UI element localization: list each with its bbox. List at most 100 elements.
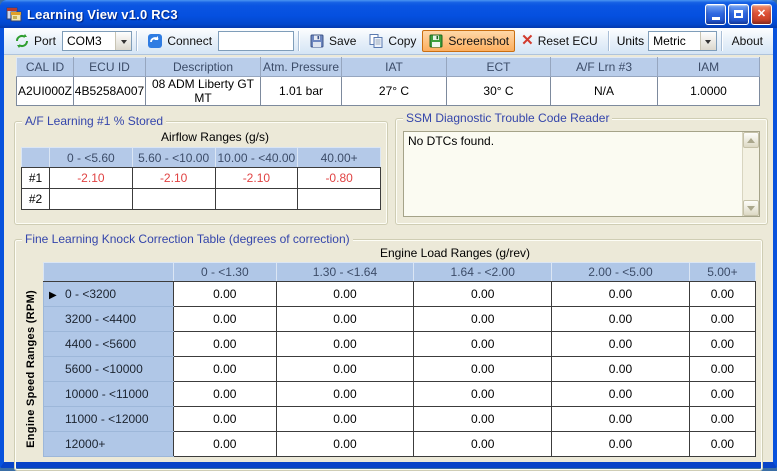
reset-ecu-button[interactable]: ✕ Reset ECU — [515, 31, 604, 51]
af-cell[interactable]: -2.10 — [214, 167, 299, 189]
title-bar[interactable]: Learning View v1.0 RC3 ✕ — [0, 0, 777, 28]
knock-cell[interactable]: 0.00 — [551, 406, 690, 432]
chevron-down-icon[interactable] — [115, 32, 132, 50]
knock-cell[interactable]: 0.00 — [688, 356, 757, 382]
close-button[interactable]: ✕ — [751, 3, 772, 25]
knock-cell[interactable]: 0.00 — [275, 356, 415, 382]
info-col-header: IAT — [341, 57, 447, 77]
port-select[interactable]: COM3 — [62, 31, 133, 51]
af-cell[interactable] — [297, 188, 381, 210]
knock-cell[interactable]: 0.00 — [688, 281, 757, 307]
af-cell[interactable] — [131, 188, 216, 210]
knock-cell[interactable]: 0.00 — [173, 406, 277, 432]
knock-cell[interactable]: 0.00 — [413, 331, 553, 357]
af-corner-cell — [21, 147, 50, 168]
copy-button[interactable]: Copy — [362, 30, 422, 52]
minimize-icon — [711, 17, 720, 20]
af-cell[interactable] — [49, 188, 133, 210]
knock-cell[interactable]: 0.00 — [551, 381, 690, 407]
knock-row-header[interactable]: 3200 - <4400 — [43, 306, 174, 332]
atm-pressure-value: 1.01 bar — [260, 76, 342, 106]
knock-cell[interactable]: 0.00 — [413, 431, 553, 457]
reset-x-icon: ✕ — [521, 32, 534, 49]
knock-cell[interactable]: 0.00 — [275, 431, 415, 457]
knock-cell[interactable]: 0.00 — [275, 381, 415, 407]
minimize-button[interactable] — [705, 3, 726, 25]
knock-row: ▶ 0 - <3200 0.00 0.00 0.00 0.00 0.00 — [43, 281, 757, 307]
dtc-output-field[interactable]: No DTCs found. — [403, 131, 760, 217]
knock-cell[interactable]: 0.00 — [275, 281, 415, 307]
knock-cell[interactable]: 0.00 — [551, 306, 690, 332]
save-label: Save — [329, 34, 357, 48]
about-button[interactable]: About — [726, 31, 769, 51]
connect-button[interactable]: Connect — [141, 30, 218, 52]
screenshot-floppy-icon — [429, 34, 443, 48]
ect-value: 30° C — [446, 76, 551, 106]
knock-cell[interactable]: 0.00 — [688, 431, 757, 457]
knock-cell[interactable]: 0.00 — [413, 406, 553, 432]
af-cell[interactable]: -2.10 — [49, 167, 133, 189]
knock-col-header: 1.64 - <2.00 — [413, 262, 553, 282]
af-row-header[interactable]: #1 — [21, 167, 50, 189]
knock-cell[interactable]: 0.00 — [275, 306, 415, 332]
knock-cell[interactable]: 0.00 — [551, 331, 690, 357]
knock-row-label: 0 - <3200 — [65, 287, 117, 301]
knock-cell[interactable]: 0.00 — [413, 281, 553, 307]
connect-address-input[interactable] — [218, 31, 295, 51]
toolbar-separator — [720, 31, 722, 51]
maximize-button[interactable] — [728, 3, 749, 25]
knock-cell[interactable]: 0.00 — [551, 281, 690, 307]
knock-cell[interactable]: 0.00 — [173, 306, 277, 332]
window-title: Learning View v1.0 RC3 — [27, 6, 178, 22]
knock-cell[interactable]: 0.00 — [173, 431, 277, 457]
engine-load-ranges-label: Engine Load Ranges (g/rev) — [379, 246, 531, 260]
af-row-header[interactable]: #2 — [21, 188, 50, 210]
dtc-scrollbar[interactable] — [742, 132, 759, 216]
knock-cell[interactable]: 0.00 — [688, 381, 757, 407]
knock-row-header[interactable]: 5600 - <10000 — [43, 356, 174, 382]
units-select[interactable]: Metric — [648, 31, 717, 51]
screenshot-button[interactable]: Screenshot — [422, 30, 516, 52]
scroll-down-icon[interactable] — [743, 200, 759, 216]
close-icon: ✕ — [756, 7, 767, 20]
af-col-header: 5.60 - <10.00 — [131, 147, 216, 168]
af-cell[interactable]: -0.80 — [297, 167, 381, 189]
save-button[interactable]: Save — [303, 30, 362, 52]
iam-value: 1.0000 — [657, 76, 760, 106]
knock-cell[interactable]: 0.00 — [173, 356, 277, 382]
knock-cell[interactable]: 0.00 — [688, 331, 757, 357]
knock-cell[interactable]: 0.00 — [413, 306, 553, 332]
current-row-indicator-icon: ▶ — [49, 290, 57, 301]
af-learning-title: A/F Learning #1 % Stored — [22, 114, 167, 128]
knock-row-header[interactable]: ▶ 0 - <3200 — [43, 281, 174, 307]
info-col-header: IAM — [657, 57, 760, 77]
af-cell[interactable]: -2.10 — [131, 167, 216, 189]
knock-cell[interactable]: 0.00 — [275, 331, 415, 357]
knock-cell[interactable]: 0.00 — [688, 306, 757, 332]
dtc-reader-groupbox: SSM Diagnostic Trouble Code Reader No DT… — [395, 111, 768, 225]
af-col-header: 10.00 - <40.00 — [214, 147, 299, 168]
knock-cell[interactable]: 0.00 — [173, 281, 277, 307]
knock-cell[interactable]: 0.00 — [413, 356, 553, 382]
knock-cell[interactable]: 0.00 — [275, 406, 415, 432]
knock-correction-title: Fine Learning Knock Correction Table (de… — [22, 232, 353, 246]
knock-row-header[interactable]: 4400 - <5600 — [43, 331, 174, 357]
knock-correction-groupbox: Fine Learning Knock Correction Table (de… — [14, 232, 763, 471]
scroll-up-icon[interactable] — [743, 132, 759, 148]
knock-cell[interactable]: 0.00 — [551, 356, 690, 382]
port-button[interactable]: Port — [8, 30, 62, 52]
toolbar-separator — [298, 31, 300, 51]
knock-row-header[interactable]: 12000+ — [43, 431, 174, 457]
knock-cell[interactable]: 0.00 — [173, 331, 277, 357]
knock-row-header[interactable]: 11000 - <12000 — [43, 406, 174, 432]
reset-ecu-label: Reset ECU — [537, 34, 598, 48]
af-cell[interactable] — [214, 188, 299, 210]
knock-cell[interactable]: 0.00 — [413, 381, 553, 407]
af-learn3-value: N/A — [550, 76, 658, 106]
knock-cell[interactable]: 0.00 — [173, 381, 277, 407]
knock-cell[interactable]: 0.00 — [551, 431, 690, 457]
knock-cell[interactable]: 0.00 — [688, 406, 757, 432]
knock-row-label: 12000+ — [65, 437, 106, 451]
chevron-down-icon[interactable] — [699, 32, 716, 50]
knock-row-header[interactable]: 10000 - <11000 — [43, 381, 174, 407]
